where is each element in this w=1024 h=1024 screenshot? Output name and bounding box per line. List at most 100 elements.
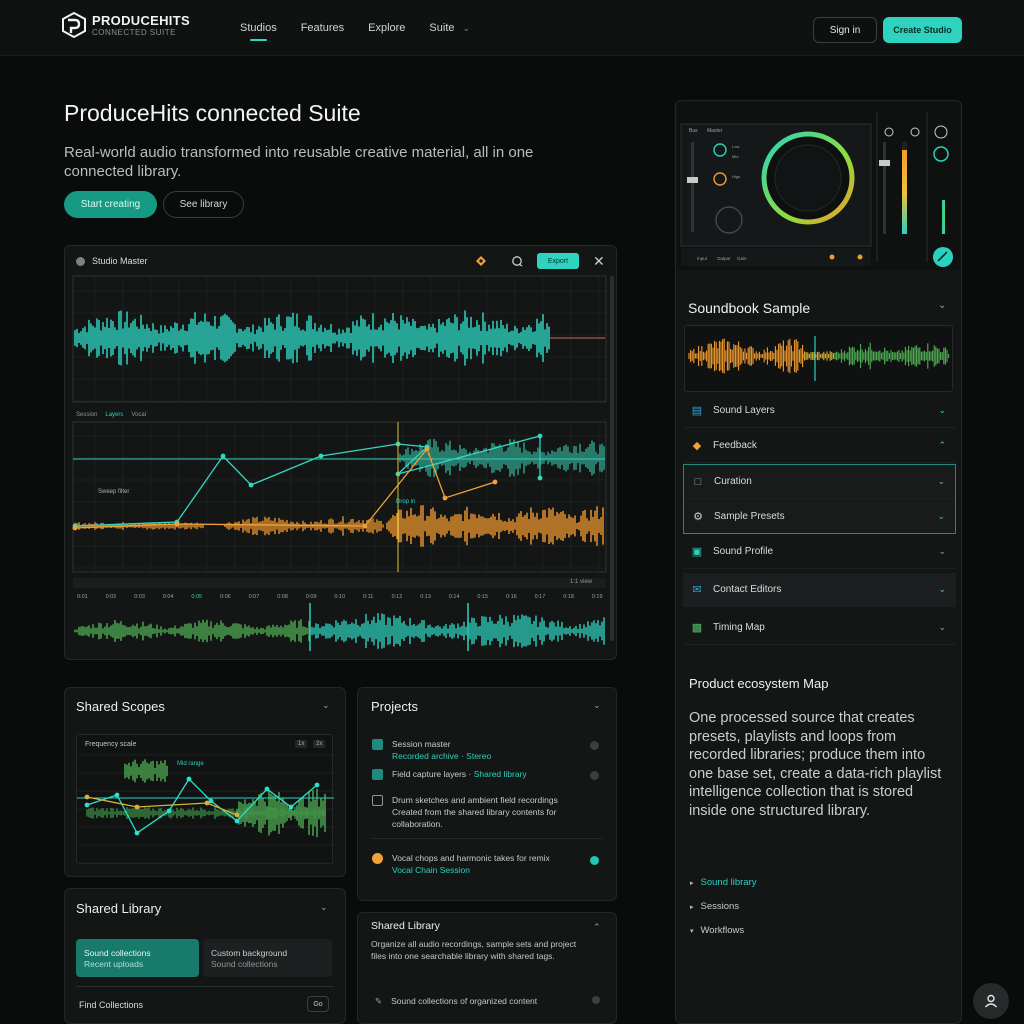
scope-plot[interactable]: Frequency scale Mid range 1x 2x: [76, 734, 334, 864]
automation-node[interactable]: [492, 479, 498, 485]
chevron-up-icon[interactable]: ⌃: [593, 922, 601, 933]
automation-node[interactable]: [134, 830, 140, 836]
sample-waveform[interactable]: [684, 325, 953, 392]
chevron-down-icon: ⌄: [937, 510, 945, 521]
project-file-row[interactable]: Session master Recorded archive · Stereo: [372, 738, 604, 762]
accordion-item-timing-map[interactable]: ▩ Timing Map ⌄: [683, 611, 956, 645]
nav-item-studios[interactable]: Studios: [240, 22, 277, 41]
editor-tracks[interactable]: 0:01 0:02 0:03 0:04 0:05 0:06 0:07 0:08 0:09 0:10…: [65, 246, 617, 660]
automation-node[interactable]: [362, 523, 368, 529]
automation-node[interactable]: [424, 446, 430, 452]
accordion-item-contact-editors[interactable]: ✉ Contact Editors ⌄: [683, 573, 956, 607]
accordion-label: Sample Presets: [714, 510, 785, 522]
fader-handle[interactable]: [879, 160, 890, 166]
automation-node[interactable]: [537, 475, 543, 481]
divider: [76, 986, 334, 987]
page-title: ProduceHits connected Suite: [64, 100, 361, 126]
automation-node[interactable]: [264, 786, 270, 792]
file-subtitle: Recorded archive · Stereo: [392, 751, 492, 761]
automation-node[interactable]: [186, 776, 192, 782]
mixer-bottom-label: Input: [697, 256, 708, 261]
status-dot: [590, 741, 599, 750]
tile-subtitle: Recent uploads: [84, 959, 144, 969]
chevron-down-icon: ⌄: [938, 584, 946, 594]
ruler-tick-label: 0:12: [392, 594, 403, 600]
project-file-row[interactable]: Drum sketches and ambient field recordin…: [372, 794, 604, 830]
brand-logo[interactable]: PRODUCEHITS CONNECTED SUITE: [62, 12, 190, 38]
accordion-item-curation[interactable]: □ Curation ⌄: [684, 465, 955, 499]
ruler-tick-label: 0:04: [163, 594, 174, 600]
accordion-item-sound-layers[interactable]: ▤ Sound Layers ⌄: [683, 394, 956, 428]
plot-tag: Mid range: [177, 761, 204, 767]
automation-node[interactable]: [442, 495, 448, 501]
ecosystem-link-label: Sound library: [700, 877, 757, 888]
knob-label: Mid: [732, 154, 738, 159]
mixer-widget[interactable]: Bus Master Low Mid High Input Output Gai…: [677, 102, 960, 270]
folder-icon: [372, 769, 383, 780]
ecosystem-link[interactable]: ▸ Sound library: [690, 877, 757, 888]
lane-2-frame: [72, 421, 607, 573]
ruler-tick-label: 0:09: [306, 594, 317, 600]
automation-node[interactable]: [234, 812, 240, 818]
ecosystem-link[interactable]: ▸ Sessions: [690, 901, 757, 912]
create-studio-button[interactable]: Create Studio: [883, 17, 962, 43]
library-tile-active[interactable]: Sound collections Recent uploads: [76, 939, 199, 977]
automation-node[interactable]: [84, 802, 90, 808]
ruler-tick-label: 0:02: [106, 594, 117, 600]
mixer-bottom-label: Gain: [737, 256, 747, 261]
automation-node[interactable]: [84, 794, 90, 800]
automation-node[interactable]: [537, 433, 543, 439]
accordion-item-sample-presets[interactable]: ⚙ Sample Presets ⌄: [684, 499, 955, 533]
zoom-2x-button[interactable]: 2x: [313, 740, 326, 748]
automation-node[interactable]: [166, 808, 172, 814]
caret-right-icon: ▸: [690, 903, 694, 911]
accordion-item-feedback[interactable]: ◆ Feedback ⌃: [683, 429, 956, 463]
go-button[interactable]: Go: [307, 996, 329, 1012]
divider: [371, 838, 603, 839]
automation-node[interactable]: [318, 453, 324, 459]
card-description: Organize all audio recordings, sample se…: [371, 939, 577, 961]
user-icon: [984, 994, 998, 1008]
automation-node[interactable]: [72, 525, 78, 531]
automation-node[interactable]: [114, 792, 120, 798]
support-button[interactable]: [973, 983, 1009, 1019]
ruler-tick-label: 0:05: [191, 594, 202, 600]
folder-icon: [372, 739, 383, 750]
see-library-button[interactable]: See library: [163, 191, 244, 218]
nav-item-suite[interactable]: Suite ⌄: [429, 22, 470, 34]
zoom-1x-button[interactable]: 1x: [295, 740, 308, 748]
automation-node[interactable]: [314, 782, 320, 788]
project-file-row[interactable]: Field capture layers · Shared library: [372, 768, 604, 780]
automation-curve-teal[interactable]: [74, 435, 541, 527]
card-title: Projects: [371, 699, 418, 714]
nav-item-explore[interactable]: Explore: [368, 22, 405, 34]
logo-subtitle: CONNECTED SUITE: [92, 27, 176, 37]
doc-icon: [372, 795, 383, 806]
chevron-down-icon[interactable]: ⌄: [938, 300, 946, 311]
file-title: Vocal chops and harmonic takes for remix: [392, 853, 550, 863]
library-tile[interactable]: Custom background Sound collections: [203, 939, 332, 977]
nav-item-features[interactable]: Features: [301, 22, 344, 34]
fader-handle[interactable]: [687, 177, 698, 183]
knob-label: High: [732, 174, 740, 179]
automation-node[interactable]: [248, 482, 254, 488]
automation-node[interactable]: [234, 818, 240, 824]
time-ruler: 0:01 0:02 0:03 0:04 0:05 0:06 0:07 0:08 0:09 0:10…: [77, 594, 603, 600]
project-file-row[interactable]: Vocal chops and harmonic takes for remix…: [372, 852, 604, 876]
accordion-item-sound-profile[interactable]: ▣ Sound Profile ⌄: [683, 535, 956, 569]
library-item[interactable]: ✎ Sound collections of organized content: [375, 996, 600, 1007]
ecosystem-link[interactable]: ▾ Workflows: [690, 925, 757, 936]
automation-node[interactable]: [204, 800, 210, 806]
start-creating-button[interactable]: Start creating: [64, 191, 157, 218]
signin-button[interactable]: Sign in: [813, 17, 877, 43]
tile-title: Custom background: [211, 948, 288, 958]
tile-title: Sound collections: [84, 948, 151, 958]
chevron-down-icon[interactable]: ⌄: [320, 902, 328, 913]
automation-node[interactable]: [220, 453, 226, 459]
automation-node[interactable]: [174, 521, 180, 527]
chevron-down-icon[interactable]: ⌄: [322, 700, 330, 711]
automation-node[interactable]: [134, 804, 140, 810]
chevron-down-icon[interactable]: ⌄: [593, 700, 601, 711]
automation-node[interactable]: [288, 804, 294, 810]
automation-curve-orange[interactable]: [74, 447, 496, 529]
